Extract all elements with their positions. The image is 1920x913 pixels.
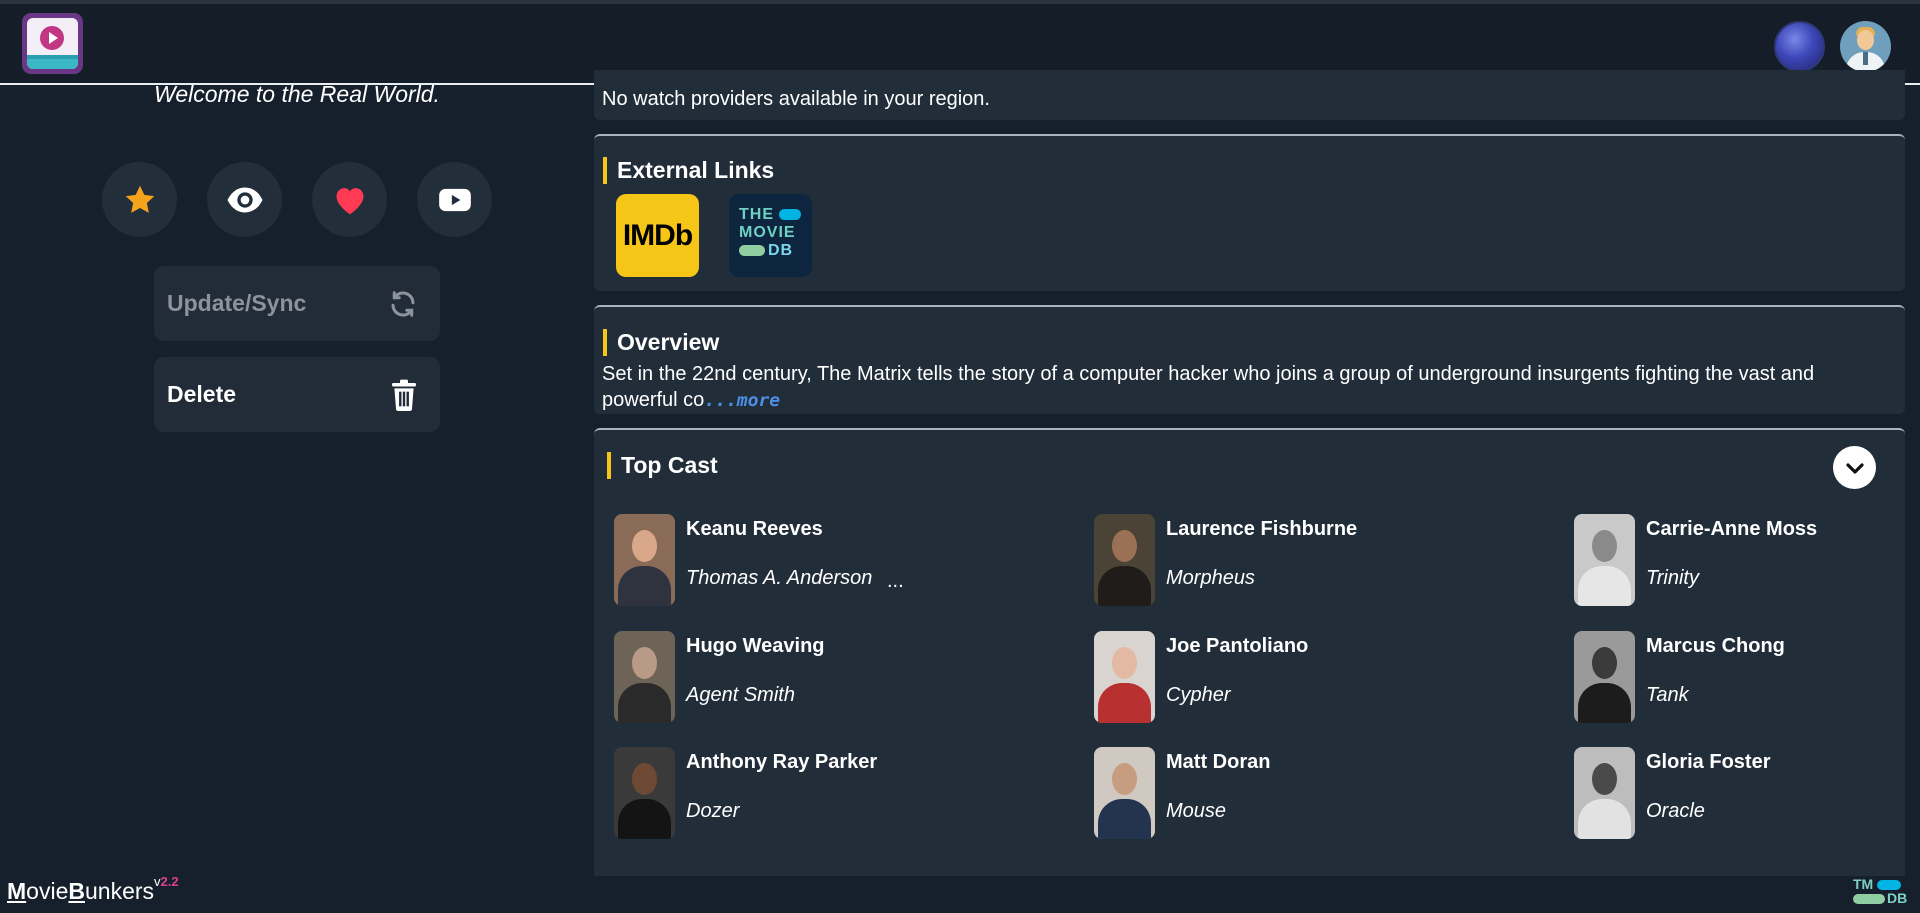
space-avatar[interactable] — [1774, 21, 1825, 72]
cast-member[interactable]: Anthony Ray Parker Dozer — [614, 747, 1074, 839]
sync-icon — [391, 290, 415, 317]
cast-member[interactable]: Keanu Reeves Thomas A. Anderson ... — [614, 514, 1074, 606]
cast-name: Joe Pantoliano — [1166, 635, 1309, 657]
cast-member[interactable]: Carrie-Anne Moss Trinity — [1574, 514, 1920, 606]
version-number: 2.2 — [160, 874, 179, 889]
cast-member[interactable]: Joe Pantoliano Cypher — [1094, 631, 1554, 723]
imdb-link[interactable]: IMDb — [616, 194, 699, 277]
cast-member[interactable]: Matt Doran Mouse — [1094, 747, 1554, 839]
heart-icon — [336, 187, 363, 214]
cast-role: Trinity — [1646, 567, 1699, 589]
like-button[interactable] — [312, 162, 387, 237]
external-links-title: External Links — [603, 157, 774, 184]
cast-photo — [614, 631, 675, 723]
tmdb-attribution-logo[interactable]: TM DB — [1853, 877, 1915, 905]
overview-text: Set in the 22nd century, The Matrix tell… — [602, 363, 1815, 411]
cast-photo — [1574, 514, 1635, 606]
role-overflow-marker: ... — [887, 570, 904, 592]
cast-role: Cypher — [1166, 684, 1231, 706]
tmdb-link[interactable]: THE MOVIE DB — [729, 194, 812, 277]
cast-role: Dozer — [686, 800, 740, 822]
cast-name: Marcus Chong — [1646, 635, 1785, 657]
update-sync-label: Update/Sync — [167, 290, 307, 316]
youtube-icon — [438, 188, 471, 211]
cast-photo — [1094, 747, 1155, 839]
user-avatar[interactable] — [1840, 21, 1891, 72]
cast-name: Matt Doran — [1166, 751, 1271, 773]
cast-name: Anthony Ray Parker — [686, 751, 878, 773]
cast-role: Oracle — [1646, 800, 1705, 822]
delete-button[interactable]: Delete — [154, 357, 440, 432]
cast-role: Tank — [1646, 684, 1689, 706]
delete-label: Delete — [167, 381, 237, 407]
cast-name: Hugo Weaving — [686, 635, 825, 657]
cast-role: Agent Smith — [686, 684, 795, 706]
app-logo[interactable] — [22, 13, 83, 74]
star-icon — [125, 185, 154, 213]
trailer-button[interactable] — [417, 162, 492, 237]
cast-photo — [1574, 747, 1635, 839]
chevron-down-icon — [1845, 462, 1864, 474]
overview-title: Overview — [603, 329, 719, 356]
watch-providers-panel: No watch providers available in your reg… — [594, 70, 1905, 120]
cast-name: Carrie-Anne Moss — [1646, 518, 1818, 540]
favorite-button[interactable] — [102, 162, 177, 237]
cast-member[interactable]: Hugo Weaving Agent Smith — [614, 631, 1074, 723]
update-sync-button[interactable]: Update/Sync — [154, 266, 440, 341]
cast-photo — [1094, 631, 1155, 723]
collapse-button[interactable] — [1833, 446, 1876, 489]
watched-button[interactable] — [207, 162, 282, 237]
cast-photo — [614, 747, 675, 839]
cast-name: Keanu Reeves — [686, 518, 823, 540]
brand-footer: MovieBunkersv2.2 — [7, 874, 179, 904]
cast-photo — [614, 514, 675, 606]
cast-member[interactable]: Laurence Fishburne Morpheus — [1094, 514, 1554, 606]
read-more-link[interactable]: ...more — [704, 390, 780, 411]
cast-role: Thomas A. Anderson — [686, 567, 873, 589]
movie-tagline: Welcome to the Real World. — [154, 81, 440, 107]
top-cast-title: Top Cast — [607, 452, 718, 479]
cast-role: Mouse — [1166, 800, 1227, 822]
cast-member[interactable]: Marcus Chong Tank — [1574, 631, 1920, 723]
watch-providers-text: No watch providers available in your reg… — [602, 88, 990, 110]
cast-photo — [1574, 631, 1635, 723]
cast-name: Gloria Foster — [1646, 751, 1771, 773]
top-cast-panel: Top Cast Keanu Reeves Thomas A. Anderson… — [594, 428, 1905, 876]
cast-name: Laurence Fishburne — [1166, 518, 1358, 540]
cast-role: Morpheus — [1166, 567, 1255, 589]
cast-member[interactable]: Gloria Foster Oracle — [1574, 747, 1920, 839]
eye-icon — [227, 187, 262, 212]
overview-panel: Overview Set in the 22nd century, The Ma… — [594, 305, 1905, 414]
trash-icon — [392, 379, 416, 411]
play-icon — [40, 26, 64, 50]
external-links-panel: External Links IMDb THE MOVIE DB — [594, 134, 1905, 291]
cast-photo — [1094, 514, 1155, 606]
